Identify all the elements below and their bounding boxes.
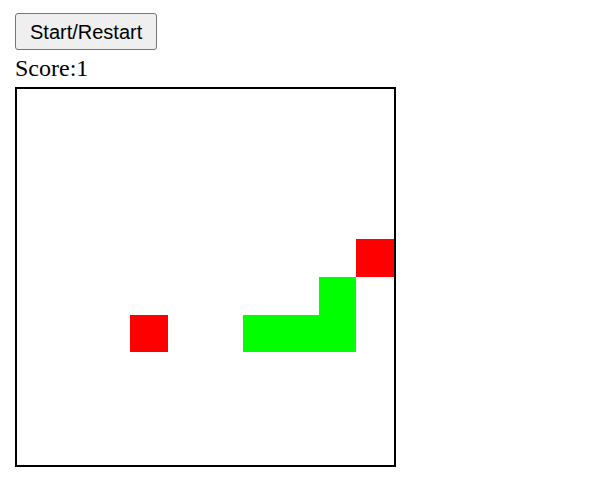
board-cell — [319, 277, 357, 315]
board-cell — [243, 315, 281, 353]
game-page: Start/Restart Score:1 — [0, 0, 602, 467]
board-cell — [319, 315, 357, 353]
board-cell — [130, 315, 168, 353]
game-board[interactable] — [15, 87, 396, 467]
board-cell — [356, 239, 394, 277]
board-cell — [281, 315, 319, 353]
score-label: Score:1 — [15, 50, 88, 87]
start-restart-button[interactable]: Start/Restart — [15, 13, 157, 50]
board-area — [17, 89, 394, 465]
